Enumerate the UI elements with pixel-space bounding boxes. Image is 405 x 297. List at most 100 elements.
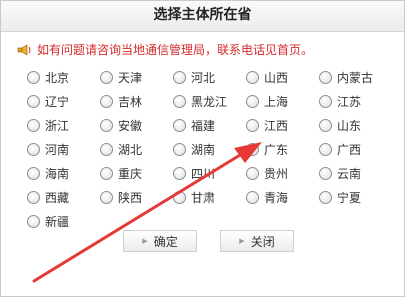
- province-label: 湖北: [118, 142, 143, 157]
- province-option[interactable]: 云南: [319, 161, 392, 185]
- province-option[interactable]: 湖北: [100, 137, 173, 161]
- radio-button[interactable]: [27, 190, 40, 204]
- province-option[interactable]: 黑龙江: [173, 89, 246, 113]
- province-label: 湖南: [191, 142, 216, 157]
- notice-line: 如有问题请咨询当地通信管理局，联系电话见首页。: [17, 41, 313, 58]
- province-label: 内蒙古: [337, 70, 374, 85]
- radio-button[interactable]: [100, 190, 113, 204]
- province-option[interactable]: 河北: [173, 65, 246, 89]
- radio-button[interactable]: [246, 190, 259, 204]
- speaker-icon: [17, 43, 31, 56]
- province-label: 西藏: [45, 190, 70, 205]
- province-option[interactable]: 上海: [246, 89, 319, 113]
- province-label: 河南: [45, 142, 70, 157]
- radio-button[interactable]: [319, 190, 332, 204]
- province-label: 福建: [191, 118, 216, 133]
- radio-button[interactable]: [100, 166, 113, 180]
- dialog-title: 选择主体所在省: [1, 1, 404, 32]
- province-label: 上海: [264, 94, 289, 109]
- province-option[interactable]: 辽宁: [27, 89, 100, 113]
- radio-button[interactable]: [319, 118, 332, 132]
- province-label: 新疆: [45, 214, 70, 229]
- province-label: 辽宁: [45, 94, 70, 109]
- province-label: 四川: [191, 166, 216, 181]
- province-option[interactable]: 海南: [27, 161, 100, 185]
- dialog-buttons: ▶ 确定 ▶ 关闭: [123, 230, 294, 252]
- province-option[interactable]: 新疆: [27, 209, 100, 233]
- close-label: 关闭: [250, 234, 275, 249]
- province-label: 广西: [337, 142, 362, 157]
- province-option[interactable]: 青海: [246, 185, 319, 209]
- confirm-button[interactable]: ▶ 确定: [123, 230, 197, 252]
- radio-button[interactable]: [173, 70, 186, 84]
- province-option[interactable]: 福建: [173, 113, 246, 137]
- province-label: 吉林: [118, 94, 143, 109]
- province-label: 江西: [264, 118, 289, 133]
- radio-button[interactable]: [27, 94, 40, 108]
- province-option[interactable]: 广西: [319, 137, 392, 161]
- province-option[interactable]: 广东: [246, 137, 319, 161]
- radio-button[interactable]: [246, 118, 259, 132]
- province-option[interactable]: 吉林: [100, 89, 173, 113]
- radio-button[interactable]: [27, 214, 40, 228]
- radio-button[interactable]: [27, 166, 40, 180]
- province-label: 浙江: [45, 118, 70, 133]
- province-option[interactable]: 山东: [319, 113, 392, 137]
- province-option[interactable]: 北京: [27, 65, 100, 89]
- province-option[interactable]: 江西: [246, 113, 319, 137]
- province-option[interactable]: 西藏: [27, 185, 100, 209]
- close-button[interactable]: ▶ 关闭: [220, 230, 294, 252]
- province-label: 河北: [191, 70, 216, 85]
- province-option[interactable]: 陕西: [100, 185, 173, 209]
- radio-button[interactable]: [27, 70, 40, 84]
- province-label: 宁夏: [337, 190, 362, 205]
- province-label: 贵州: [264, 166, 289, 181]
- province-label: 海南: [45, 166, 70, 181]
- radio-button[interactable]: [246, 166, 259, 180]
- province-option[interactable]: 甘肃: [173, 185, 246, 209]
- province-option[interactable]: 湖南: [173, 137, 246, 161]
- province-option[interactable]: 宁夏: [319, 185, 392, 209]
- radio-button[interactable]: [319, 94, 332, 108]
- radio-button[interactable]: [173, 118, 186, 132]
- radio-button[interactable]: [246, 94, 259, 108]
- province-option[interactable]: 内蒙古: [319, 65, 392, 89]
- radio-button[interactable]: [246, 70, 259, 84]
- province-label: 广东: [264, 142, 289, 157]
- radio-button[interactable]: [27, 118, 40, 132]
- radio-button[interactable]: [173, 94, 186, 108]
- province-label: 安徽: [118, 118, 143, 133]
- province-select-dialog: 选择主体所在省 如有问题请咨询当地通信管理局，联系电话见首页。 北京 天津 河北 山西…: [0, 0, 405, 297]
- radio-button[interactable]: [100, 118, 113, 132]
- radio-button[interactable]: [319, 142, 332, 156]
- radio-button[interactable]: [246, 142, 259, 156]
- province-label: 天津: [118, 70, 143, 85]
- province-label: 青海: [264, 190, 289, 205]
- radio-button[interactable]: [100, 70, 113, 84]
- province-label: 黑龙江: [191, 94, 228, 109]
- province-option[interactable]: 四川: [173, 161, 246, 185]
- province-option[interactable]: 河南: [27, 137, 100, 161]
- radio-button[interactable]: [173, 190, 186, 204]
- province-option[interactable]: 重庆: [100, 161, 173, 185]
- province-option[interactable]: 天津: [100, 65, 173, 89]
- province-radio-grid: 北京 天津 河北 山西 内蒙古辽宁 吉林 黑龙江 上海 江苏浙江 安徽 福建 江西 山东河南 湖北 湖南 广东…: [27, 65, 392, 233]
- province-option[interactable]: 贵州: [246, 161, 319, 185]
- radio-button[interactable]: [173, 142, 186, 156]
- radio-button[interactable]: [100, 94, 113, 108]
- radio-button[interactable]: [173, 166, 186, 180]
- triangle-right-icon: ▶: [239, 237, 245, 245]
- province-option[interactable]: 江苏: [319, 89, 392, 113]
- radio-button[interactable]: [319, 166, 332, 180]
- province-option[interactable]: 安徽: [100, 113, 173, 137]
- radio-button[interactable]: [319, 70, 332, 84]
- province-option[interactable]: 山西: [246, 65, 319, 89]
- province-label: 山东: [337, 118, 362, 133]
- province-label: 甘肃: [191, 190, 216, 205]
- province-label: 云南: [337, 166, 362, 181]
- province-label: 江苏: [337, 94, 362, 109]
- radio-button[interactable]: [100, 142, 113, 156]
- province-option[interactable]: 浙江: [27, 113, 100, 137]
- radio-button[interactable]: [27, 142, 40, 156]
- confirm-label: 确定: [153, 234, 178, 249]
